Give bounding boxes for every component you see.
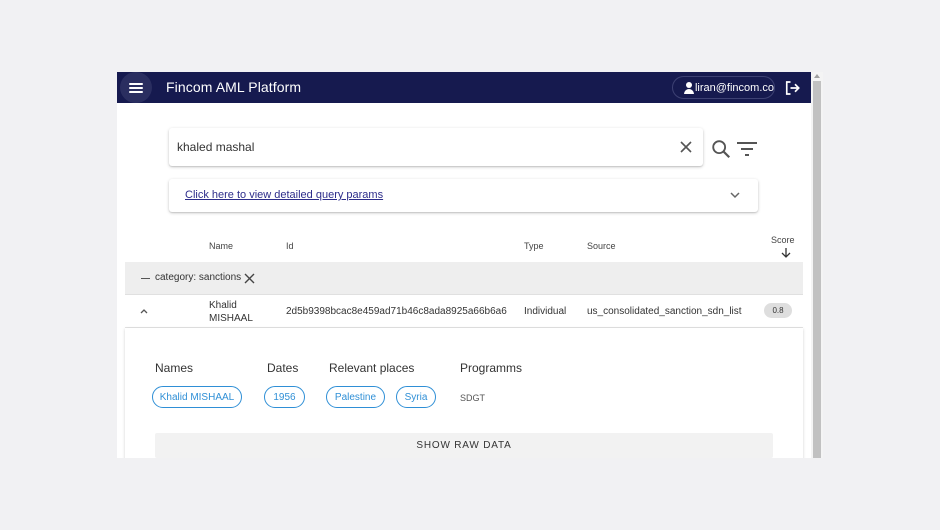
vertical-scrollbar[interactable] (811, 72, 823, 458)
type-cell: Individual (524, 306, 567, 317)
arrow-down-icon[interactable] (780, 247, 792, 259)
group-row: category: sanctions (125, 262, 803, 295)
place-chip-palestine[interactable]: Palestine (326, 386, 385, 408)
scrollbar-thumb[interactable] (813, 81, 821, 458)
user-icon (683, 81, 694, 94)
dates-heading: Dates (267, 361, 299, 375)
search-icon[interactable] (710, 138, 732, 160)
app-title: Fincom AML Platform (166, 79, 302, 95)
program-value: SDGT (460, 393, 486, 403)
query-params-panel[interactable]: Click here to view detailed query params (169, 179, 758, 212)
logout-icon (785, 81, 800, 95)
programs-heading: Programms (460, 361, 523, 375)
filter-icon[interactable] (736, 140, 758, 158)
group-label: category: sanctions (155, 272, 242, 283)
query-params-link[interactable]: Click here to view detailed query params (185, 189, 383, 201)
column-header-score[interactable]: Score (771, 235, 795, 245)
close-icon[interactable] (243, 272, 256, 285)
app-window: Fincom AML Platform liran@fincom.co khal… (117, 72, 823, 458)
name-chip[interactable]: Khalid MISHAAL (152, 386, 242, 408)
column-header-name[interactable]: Name (209, 241, 233, 251)
menu-icon (129, 82, 143, 93)
entity-details-panel: Names Dates Relevant places Programms Kh… (125, 328, 803, 458)
collapse-group-icon[interactable] (141, 278, 150, 279)
close-icon[interactable] (679, 140, 693, 154)
chevron-down-icon[interactable] (729, 190, 741, 200)
search-box (169, 128, 703, 166)
column-header-type[interactable]: Type (524, 241, 544, 251)
chevron-up-icon[interactable] (139, 307, 149, 315)
date-chip[interactable]: 1956 (264, 386, 305, 408)
search-input[interactable] (177, 128, 667, 166)
name-cell: Khalid MISHAAL (209, 299, 253, 325)
score-badge: 0.8 (764, 303, 792, 318)
menu-button[interactable] (120, 72, 152, 103)
column-header-source[interactable]: Source (587, 241, 616, 251)
place-chip-syria[interactable]: Syria (396, 386, 436, 408)
id-cell: 2d5b9398bcac8e459ad71b46c8ada8925a66b6a6 (286, 306, 507, 317)
name-line: Khalid (209, 300, 237, 311)
places-heading: Relevant places (329, 361, 415, 375)
user-email: liran@fincom.co (694, 81, 774, 94)
name-line: MISHAAL (209, 313, 253, 324)
user-account-chip[interactable]: liran@fincom.co (672, 76, 775, 99)
table-row[interactable]: Khalid MISHAAL 2d5b9398bcac8e459ad71b46c… (125, 295, 803, 328)
show-raw-data-button[interactable]: SHOW RAW DATA (155, 433, 773, 458)
scroll-up-icon[interactable] (814, 74, 820, 78)
app-bar: Fincom AML Platform liran@fincom.co (117, 72, 811, 103)
column-header-id[interactable]: Id (286, 241, 294, 251)
source-cell: us_consolidated_sanction_sdn_list (587, 306, 742, 317)
logout-button[interactable] (783, 79, 801, 97)
names-heading: Names (155, 361, 194, 375)
